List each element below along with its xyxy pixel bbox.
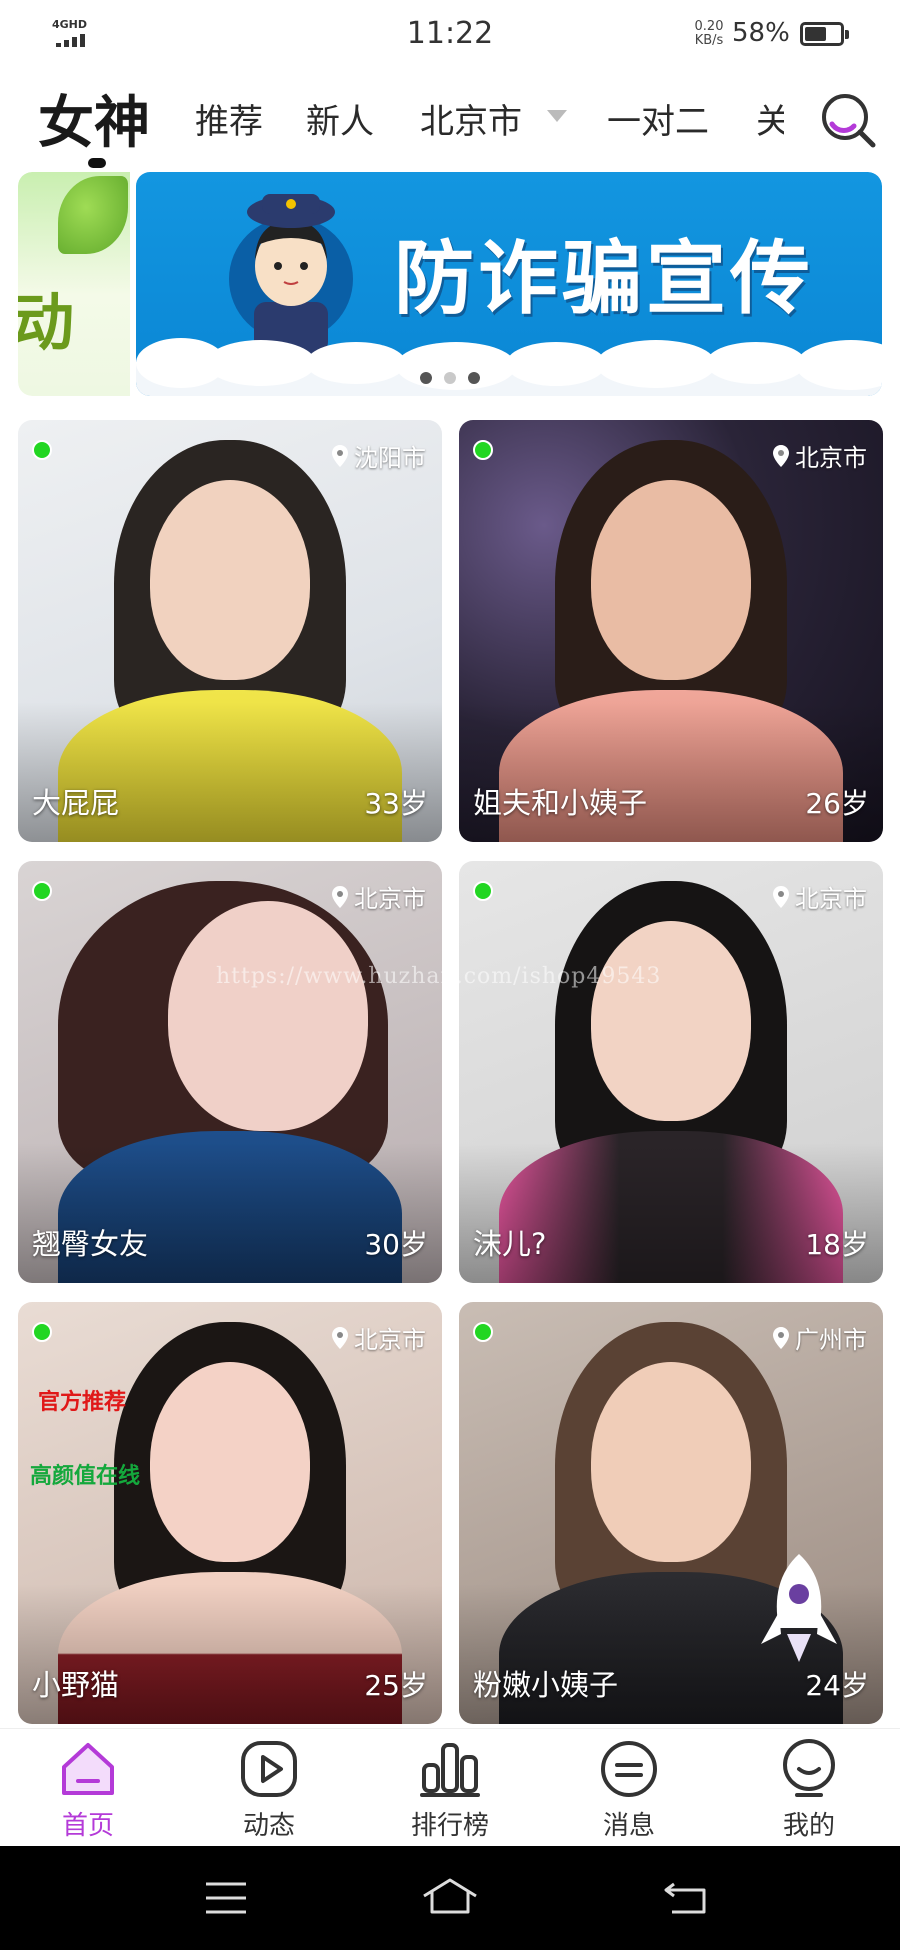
location-badge: 北京市 bbox=[330, 1320, 426, 1355]
card-city: 北京市 bbox=[354, 1326, 426, 1354]
battery-percent: 58% bbox=[732, 18, 790, 48]
banner-slide-anti-fraud[interactable]: 防诈骗宣传 bbox=[136, 172, 882, 396]
net-speed-unit: KB/s bbox=[694, 33, 724, 48]
card-city: 北京市 bbox=[354, 885, 426, 913]
location-badge: 北京市 bbox=[771, 438, 867, 473]
tab-newcomers[interactable]: 新人 bbox=[306, 94, 374, 143]
card-name: 沫儿? bbox=[473, 1227, 547, 1261]
location-pin-icon bbox=[332, 444, 348, 467]
status-bar: 4GHD 11:22 0.20 KB/s 58% bbox=[0, 0, 900, 70]
bottom-tabbar: 首页 动态 排行榜 消息 我的 bbox=[0, 1728, 900, 1846]
profile-card[interactable]: 广州市 粉嫩小姨子 24岁 bbox=[459, 1302, 883, 1724]
location-badge: 北京市 bbox=[771, 879, 867, 914]
location-badge: 沈阳市 bbox=[330, 438, 426, 473]
banner-carousel[interactable]: 动 防诈骗宣传 bbox=[18, 172, 882, 396]
profile-card[interactable]: 北京市 姐夫和小姨子 26岁 bbox=[459, 420, 883, 842]
play-icon bbox=[241, 1741, 297, 1797]
watermark: https://www.huzhan.com/ishop49543 bbox=[216, 964, 662, 989]
card-name: 姐夫和小姨子 bbox=[473, 786, 648, 820]
card-city: 广州市 bbox=[795, 1326, 867, 1354]
card-name: 小野猫 bbox=[32, 1668, 120, 1702]
battery-icon bbox=[800, 22, 849, 46]
active-tab-indicator bbox=[88, 158, 106, 168]
location-badge: 广州市 bbox=[771, 1320, 867, 1355]
carousel-dot[interactable] bbox=[444, 372, 456, 384]
online-indicator bbox=[473, 1322, 493, 1342]
banner-prev-slide[interactable]: 动 bbox=[18, 172, 130, 396]
card-name: 粉嫩小姨子 bbox=[473, 1668, 619, 1702]
card-age: 33岁 bbox=[364, 787, 428, 820]
tab-home[interactable]: 首页 bbox=[28, 1737, 148, 1842]
carousel-dot[interactable] bbox=[420, 372, 432, 384]
search-icon[interactable] bbox=[818, 90, 878, 150]
tab-ranking[interactable]: 排行榜 bbox=[390, 1737, 510, 1842]
back-icon[interactable] bbox=[662, 1880, 710, 1916]
high-looks-online-tag: 高颜值在线 bbox=[30, 1464, 141, 1489]
top-nav: 女神 推荐 新人 北京市 一对二 关 bbox=[0, 70, 900, 170]
location-pin-icon bbox=[332, 885, 348, 908]
tab-feed[interactable]: 动态 bbox=[209, 1737, 329, 1842]
card-age: 18岁 bbox=[805, 1228, 869, 1261]
tab-messages[interactable]: 消息 bbox=[569, 1737, 689, 1842]
location-pin-icon bbox=[773, 1326, 789, 1349]
tab-recommended[interactable]: 推荐 bbox=[195, 94, 263, 143]
rocket-icon bbox=[761, 1554, 837, 1662]
card-city: 北京市 bbox=[795, 444, 867, 472]
net-speed-value: 0.20 bbox=[694, 19, 724, 34]
official-recommend-tag: 官方推荐 bbox=[38, 1390, 127, 1415]
location-pin-icon bbox=[773, 885, 789, 908]
system-nav-bar bbox=[0, 1846, 900, 1950]
card-age: 26岁 bbox=[805, 787, 869, 820]
tab-label: 消息 bbox=[602, 1811, 655, 1841]
ranking-icon bbox=[420, 1743, 480, 1797]
message-icon bbox=[601, 1741, 657, 1797]
online-indicator bbox=[473, 881, 493, 901]
tab-label: 动态 bbox=[242, 1811, 295, 1841]
tab-goddess[interactable]: 女神 bbox=[38, 78, 150, 159]
net-speed: 0.20 KB/s bbox=[684, 20, 734, 48]
profile-icon bbox=[783, 1739, 835, 1797]
profile-card[interactable]: 北京市 翘臀女友 30岁 bbox=[18, 861, 442, 1283]
profile-card[interactable]: 北京市 沫儿? 18岁 bbox=[459, 861, 883, 1283]
card-age: 30岁 bbox=[364, 1228, 428, 1261]
online-indicator bbox=[32, 881, 52, 901]
carousel-indicator bbox=[420, 372, 480, 384]
tab-following[interactable]: 关 bbox=[756, 94, 784, 143]
carousel-dot[interactable] bbox=[468, 372, 480, 384]
profile-card[interactable]: 官方推荐 高颜值在线 北京市 小野猫 25岁 bbox=[18, 1302, 442, 1724]
tab-city[interactable]: 北京市 bbox=[420, 94, 522, 143]
home-button-icon[interactable] bbox=[420, 1876, 480, 1916]
card-name: 大屁屁 bbox=[32, 786, 120, 820]
location-badge: 北京市 bbox=[330, 879, 426, 914]
tab-one-on-two[interactable]: 一对二 bbox=[607, 94, 709, 143]
police-officer-illustration bbox=[229, 194, 353, 354]
card-city: 沈阳市 bbox=[354, 444, 426, 472]
tab-label: 我的 bbox=[782, 1811, 835, 1841]
location-pin-icon bbox=[332, 1326, 348, 1349]
tab-label: 排行榜 bbox=[410, 1811, 489, 1841]
card-city: 北京市 bbox=[795, 885, 867, 913]
card-name: 翘臀女友 bbox=[32, 1227, 149, 1261]
menu-icon[interactable] bbox=[204, 1880, 248, 1916]
banner-title: 防诈骗宣传 bbox=[394, 232, 814, 325]
location-pin-icon bbox=[773, 444, 789, 467]
home-icon bbox=[62, 1743, 114, 1795]
card-age: 25岁 bbox=[364, 1669, 428, 1702]
banner-prev-text: 动 bbox=[18, 286, 75, 359]
online-indicator bbox=[32, 1322, 52, 1342]
online-indicator bbox=[473, 440, 493, 460]
profile-card[interactable]: 沈阳市 大屁屁 33岁 bbox=[18, 420, 442, 842]
tab-profile[interactable]: 我的 bbox=[749, 1737, 869, 1842]
card-age: 24岁 bbox=[805, 1669, 869, 1702]
chevron-down-icon[interactable] bbox=[547, 110, 567, 122]
tab-label: 首页 bbox=[61, 1811, 114, 1841]
online-indicator bbox=[32, 440, 52, 460]
